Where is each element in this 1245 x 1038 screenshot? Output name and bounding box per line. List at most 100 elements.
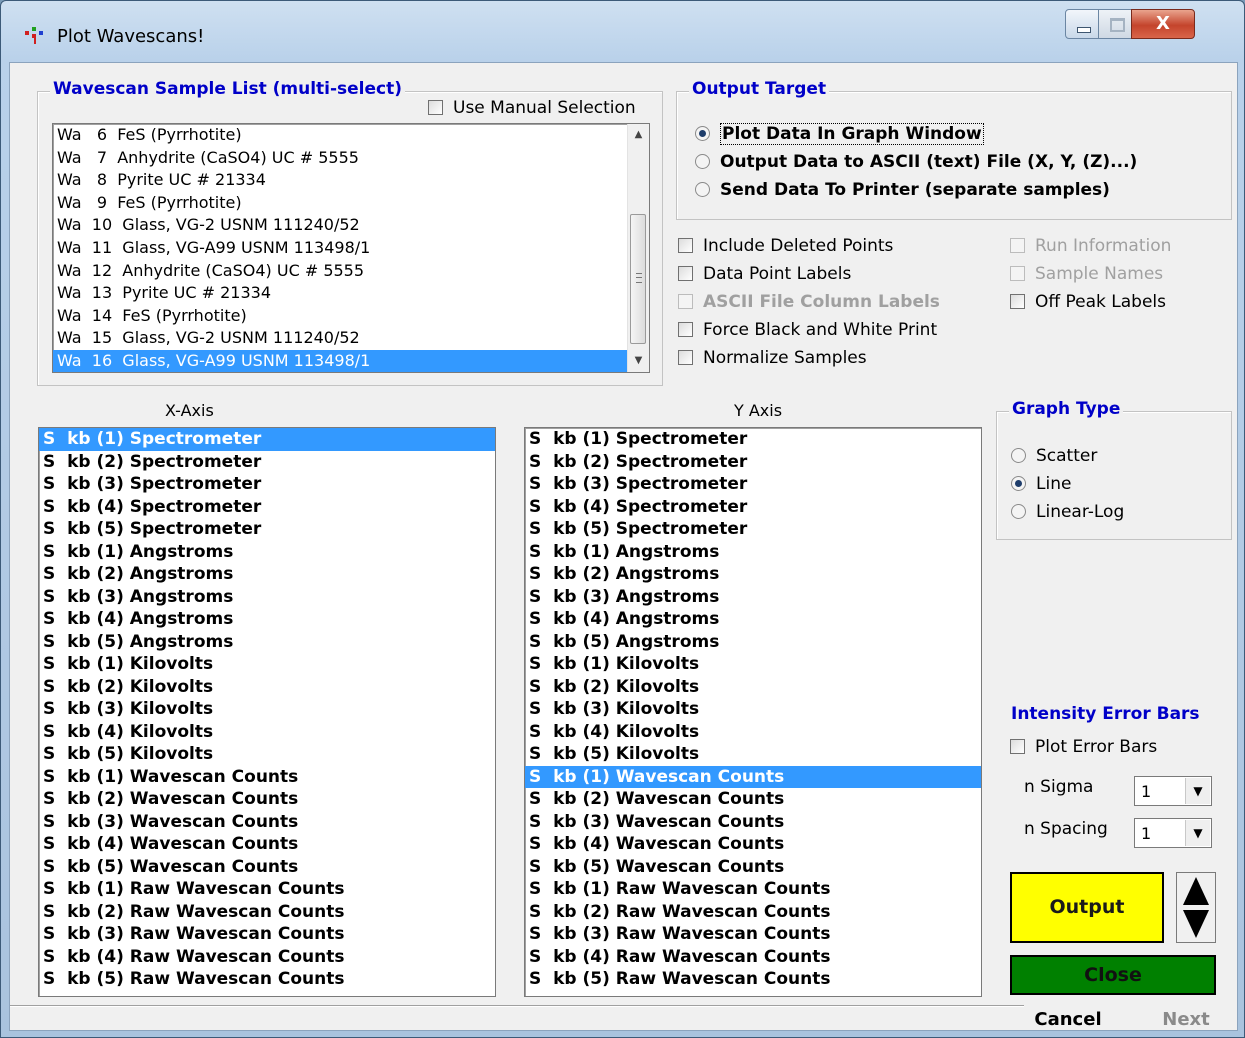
move-up-down-spinner[interactable] [1176, 872, 1216, 943]
y-axis-listbox[interactable]: S kb (1) Spectrometer S kb (2) Spectromet… [524, 427, 982, 997]
sample-list-item[interactable]: Wa 8 Pyrite UC # 21334 [53, 169, 649, 192]
y-axis-list-item[interactable]: S kb (1) Wavescan Counts [525, 765, 981, 788]
y-axis-list-item[interactable]: S kb (5) Kilovolts [525, 743, 981, 766]
y-axis-list-item[interactable]: S kb (2) Spectrometer [525, 451, 981, 474]
x-axis-list-item[interactable]: S kb (2) Raw Wavescan Counts [39, 901, 495, 924]
title-bar[interactable]: Plot Wavescans! X [1, 1, 1244, 61]
normalize-samples-checkbox[interactable]: Normalize Samples [678, 348, 867, 368]
radio-output-ascii-file[interactable]: Output Data to ASCII (text) File (X, Y, … [695, 152, 1137, 172]
sample-list-item[interactable]: Wa 6 FeS (Pyrrhotite) [53, 124, 649, 147]
x-axis-list-item[interactable]: S kb (2) Kilovolts [39, 676, 495, 699]
y-axis-list-item[interactable]: S kb (2) Angstroms [525, 563, 981, 586]
n-sigma-select[interactable]: 1 ▼ [1134, 776, 1212, 806]
output-button[interactable]: Output [1010, 872, 1164, 943]
x-axis-list-item[interactable]: S kb (4) Raw Wavescan Counts [39, 946, 495, 969]
n-spacing-select[interactable]: 1 ▼ [1134, 818, 1212, 848]
data-point-labels-checkbox[interactable]: Data Point Labels [678, 264, 851, 284]
y-axis-list-item[interactable]: S kb (3) Wavescan Counts [525, 811, 981, 834]
y-axis-list-item[interactable]: S kb (3) Spectrometer [525, 473, 981, 496]
y-axis-list-item[interactable]: S kb (4) Kilovolts [525, 721, 981, 744]
force-black-white-checkbox[interactable]: Force Black and White Print [678, 320, 937, 340]
radio-dot[interactable] [1011, 504, 1026, 519]
radio-dot[interactable] [695, 154, 710, 169]
sample-list-item[interactable]: Wa 16 Glass, VG-A99 USNM 113498/1 [53, 349, 649, 372]
radio-linear-log[interactable]: Linear-Log [1011, 502, 1124, 522]
x-axis-list-item[interactable]: S kb (2) Wavescan Counts [39, 788, 495, 811]
radio-dot[interactable] [1011, 448, 1026, 463]
sample-list-item[interactable]: Wa 7 Anhydrite (CaSO4) UC # 5555 [53, 147, 649, 170]
window-close-button[interactable]: X [1131, 9, 1195, 39]
y-axis-list-item[interactable]: S kb (5) Wavescan Counts [525, 856, 981, 879]
radio-scatter[interactable]: Scatter [1011, 446, 1097, 466]
x-axis-list-item[interactable]: S kb (5) Spectrometer [39, 518, 495, 541]
x-axis-list-item[interactable]: S kb (1) Angstroms [39, 541, 495, 564]
sample-listbox[interactable]: Wa 6 FeS (Pyrrhotite) Wa 7 Anhydrite (CaS… [52, 123, 650, 373]
y-axis-list-item[interactable]: S kb (4) Raw Wavescan Counts [525, 946, 981, 969]
radio-plot-graph-window[interactable]: Plot Data In Graph Window [695, 123, 984, 145]
y-axis-list-item[interactable]: S kb (1) Spectrometer [525, 428, 981, 451]
y-axis-list-item[interactable]: S kb (3) Raw Wavescan Counts [525, 923, 981, 946]
x-axis-list-item[interactable]: S kb (1) Kilovolts [39, 653, 495, 676]
y-axis-list-item[interactable]: S kb (2) Kilovolts [525, 676, 981, 699]
checkbox-box[interactable] [678, 238, 693, 253]
y-axis-list-item[interactable]: S kb (4) Angstroms [525, 608, 981, 631]
checkbox-box[interactable] [1010, 739, 1025, 754]
x-axis-list-item[interactable]: S kb (5) Angstroms [39, 631, 495, 654]
include-deleted-points-checkbox[interactable]: Include Deleted Points [678, 236, 893, 256]
y-axis-list-item[interactable]: S kb (1) Raw Wavescan Counts [525, 878, 981, 901]
x-axis-list-item[interactable]: S kb (5) Wavescan Counts [39, 856, 495, 879]
y-axis-list-item[interactable]: S kb (2) Wavescan Counts [525, 788, 981, 811]
x-axis-list-item[interactable]: S kb (4) Kilovolts [39, 721, 495, 744]
x-axis-list-item[interactable]: S kb (1) Raw Wavescan Counts [39, 878, 495, 901]
checkbox-box[interactable] [1010, 294, 1025, 309]
x-axis-list-item[interactable]: S kb (3) Angstroms [39, 586, 495, 609]
x-axis-list-item[interactable]: S kb (4) Spectrometer [39, 496, 495, 519]
chevron-down-icon[interactable]: ▼ [1185, 778, 1210, 804]
sample-list-scrollbar[interactable]: ▲ ▼ [627, 124, 649, 372]
sample-list-item[interactable]: Wa 15 Glass, VG-2 USNM 111240/52 [53, 327, 649, 350]
x-axis-list-item[interactable]: S kb (3) Spectrometer [39, 473, 495, 496]
x-axis-list-item[interactable]: S kb (3) Raw Wavescan Counts [39, 923, 495, 946]
checkbox-box[interactable] [678, 350, 693, 365]
x-axis-list-item[interactable]: S kb (2) Angstroms [39, 563, 495, 586]
radio-dot[interactable] [695, 126, 710, 141]
checkbox-box[interactable] [678, 322, 693, 337]
x-axis-list-item[interactable]: S kb (3) Wavescan Counts [39, 811, 495, 834]
y-axis-list-item[interactable]: S kb (1) Kilovolts [525, 653, 981, 676]
sample-list-item[interactable]: Wa 12 Anhydrite (CaSO4) UC # 5555 [53, 260, 649, 283]
checkbox-box[interactable] [428, 100, 443, 115]
y-axis-list-item[interactable]: S kb (3) Angstroms [525, 586, 981, 609]
y-axis-list-item[interactable]: S kb (2) Raw Wavescan Counts [525, 901, 981, 924]
x-axis-list-item[interactable]: S kb (5) Raw Wavescan Counts [39, 968, 495, 991]
y-axis-list-item[interactable]: S kb (5) Angstroms [525, 631, 981, 654]
scroll-down-arrow-icon[interactable]: ▼ [628, 350, 649, 372]
scroll-thumb[interactable] [630, 214, 646, 344]
radio-line[interactable]: Line [1011, 474, 1071, 494]
checkbox-box[interactable] [678, 266, 693, 281]
plot-error-bars-checkbox[interactable]: Plot Error Bars [1010, 737, 1157, 757]
sample-list-item[interactable]: Wa 13 Pyrite UC # 21334 [53, 282, 649, 305]
y-axis-list-item[interactable]: S kb (5) Spectrometer [525, 518, 981, 541]
y-axis-list-item[interactable]: S kb (3) Kilovolts [525, 698, 981, 721]
y-axis-list-item[interactable]: S kb (1) Angstroms [525, 541, 981, 564]
y-axis-list-item[interactable]: S kb (4) Spectrometer [525, 496, 981, 519]
x-axis-list-item[interactable]: S kb (3) Kilovolts [39, 698, 495, 721]
radio-dot[interactable] [695, 182, 710, 197]
up-down-arrows-icon[interactable] [1177, 873, 1215, 942]
x-axis-list-item[interactable]: S kb (4) Angstroms [39, 608, 495, 631]
x-axis-listbox[interactable]: S kb (1) Spectrometer S kb (2) Spectromet… [38, 427, 496, 997]
chevron-down-icon[interactable]: ▼ [1185, 820, 1210, 846]
y-axis-list-item[interactable]: S kb (4) Wavescan Counts [525, 833, 981, 856]
x-axis-list-item[interactable]: S kb (4) Wavescan Counts [39, 833, 495, 856]
sample-list-item[interactable]: Wa 11 Glass, VG-A99 USNM 113498/1 [53, 237, 649, 260]
radio-dot[interactable] [1011, 476, 1026, 491]
x-axis-list-item[interactable]: S kb (1) Wavescan Counts [39, 766, 495, 789]
minimize-button[interactable] [1065, 9, 1099, 39]
off-peak-labels-checkbox[interactable]: Off Peak Labels [1010, 292, 1166, 312]
use-manual-selection-checkbox[interactable]: Use Manual Selection [428, 98, 636, 118]
x-axis-list-item[interactable]: S kb (5) Kilovolts [39, 743, 495, 766]
x-axis-list-item[interactable]: S kb (1) Spectrometer [39, 428, 495, 451]
sample-list-item[interactable]: Wa 14 FeS (Pyrrhotite) [53, 305, 649, 328]
close-button[interactable]: Close [1010, 955, 1216, 995]
x-axis-list-item[interactable]: S kb (2) Spectrometer [39, 451, 495, 474]
